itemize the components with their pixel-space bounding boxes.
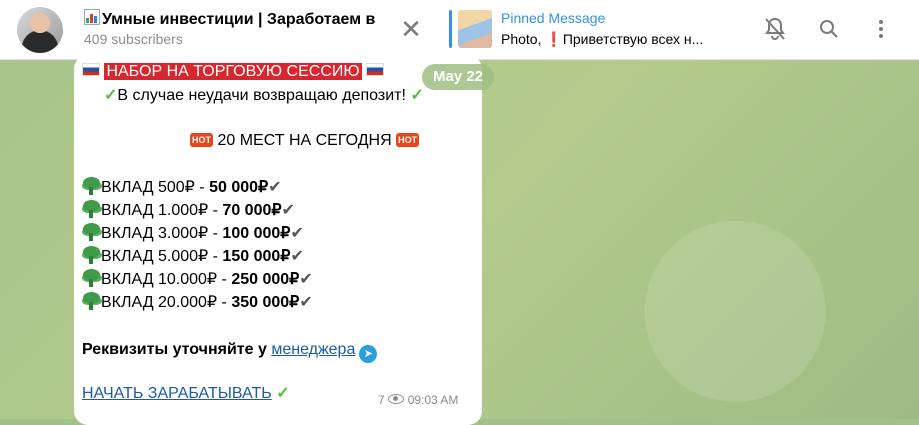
money-tree-icon: [82, 223, 101, 241]
pinned-indicator: [449, 10, 452, 48]
search-icon[interactable]: [814, 14, 844, 44]
refund-line: ✓В случае неудачи возвращаю депозит! ✓: [104, 87, 424, 104]
start-earning-link[interactable]: НАЧАТЬ ЗАРАБАТЫВАТЬ: [82, 385, 272, 402]
telegram-icon: ➤: [359, 345, 378, 363]
deposit-row: ВКЛАД 500₽ - 50 000₽✔: [82, 177, 282, 198]
money-tree-icon: [82, 246, 101, 264]
close-icon[interactable]: ✕: [398, 16, 424, 42]
pinned-thumbnail[interactable]: [458, 10, 492, 48]
tick-icon: ✔: [290, 248, 304, 265]
pinned-label[interactable]: Pinned Message: [501, 10, 605, 26]
deposit-row: ВКЛАД 5.000₽ - 150 000₽✔: [82, 246, 304, 267]
money-tree-icon: [82, 292, 101, 310]
channel-avatar[interactable]: [17, 7, 63, 53]
channel-title[interactable]: Умные инвестиции | Заработаем в: [84, 9, 390, 29]
tick-icon: ✔: [290, 225, 304, 242]
deposit-row: ВКЛАД 20.000₽ - 350 000₽✔: [82, 292, 313, 313]
more-vertical-icon[interactable]: [866, 14, 896, 44]
money-tree-icon: [82, 200, 101, 218]
session-banner: НАБОР НА ТОРГОВУЮ СЕССИЮ: [104, 63, 362, 80]
check-mark-icon: ✓: [276, 385, 290, 402]
money-tree-icon: [82, 177, 101, 195]
eye-icon: [387, 394, 404, 404]
check-mark-icon: ✓: [104, 87, 118, 104]
hot-icon: HOT: [190, 133, 213, 147]
subscriber-count: 409 subscribers: [84, 31, 183, 47]
russia-flag-icon: [82, 63, 100, 76]
date-badge: May 22: [422, 64, 494, 90]
view-count: 7: [378, 393, 385, 407]
chat-header: Умные инвестиции | Заработаем в 409 subs…: [0, 0, 919, 60]
hot-icon: HOT: [396, 133, 420, 147]
details-line: Реквизиты уточняйте у менеджера ➤: [82, 340, 378, 363]
chart-icon: [84, 9, 100, 25]
message-time: 09:03 AM: [407, 393, 459, 407]
tick-icon: ✔: [268, 179, 282, 196]
money-tree-icon: [82, 269, 101, 287]
bell-off-icon[interactable]: [760, 14, 790, 44]
deposit-row: ВКЛАД 1.000₽ - 70 000₽✔: [82, 200, 295, 221]
cta-line: НАЧАТЬ ЗАРАБАТЫВАТЬ ✓: [82, 384, 290, 404]
pinned-preview[interactable]: Photo, ❗Приветствую всех н...: [501, 31, 703, 48]
tick-icon: ✔: [299, 271, 313, 288]
manager-link[interactable]: менеджера: [271, 341, 355, 358]
tick-icon: ✔: [299, 294, 313, 311]
places-line: HOT 20 МЕСТ НА СЕГОДНЯ HOT: [190, 132, 420, 149]
tick-icon: ✔: [281, 202, 295, 219]
deposit-row: ВКЛАД 3.000₽ - 100 000₽✔: [82, 223, 304, 244]
russia-flag-icon: [365, 63, 384, 76]
deposit-row: ВКЛАД 10.000₽ - 250 000₽✔: [82, 269, 313, 290]
exclamation-icon: ❗: [545, 31, 563, 47]
banner-line: НАБОР НА ТОРГОВУЮ СЕССИЮ: [82, 62, 384, 82]
message-meta: 7 09:03 AM: [378, 393, 458, 407]
check-mark-icon: ✓: [410, 87, 424, 104]
